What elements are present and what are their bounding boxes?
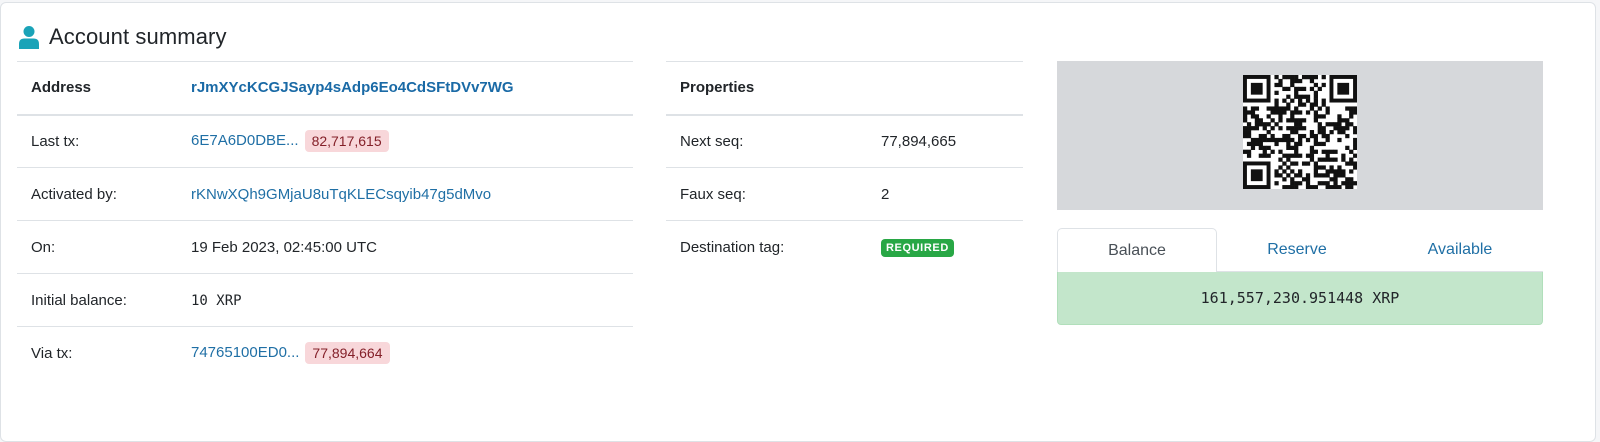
table-row: Activated by: rKNwXQh9GMjaU8uTqKLECsqyib… xyxy=(17,168,633,221)
on-label: On: xyxy=(31,238,56,256)
last-tx-label: Last tx: xyxy=(31,132,80,150)
qr-code-icon xyxy=(1243,75,1357,189)
faux-seq-label: Faux seq: xyxy=(680,185,746,203)
initial-balance-value: 10 XRP xyxy=(191,292,242,309)
page-title: Account summary xyxy=(49,24,227,49)
next-seq-label: Next seq: xyxy=(680,132,744,150)
activated-by-link[interactable]: rKNwXQh9GMjaU8uTqKLECsqyib47g5dMvo xyxy=(191,186,491,203)
address-link[interactable]: rJmXYcKCGJSayp4sAdp6Eo4CdSFtDVv7WG xyxy=(191,79,514,96)
table-row: Initial balance: 10 XRP xyxy=(17,274,633,327)
table-row: Faux seq: 2 xyxy=(666,168,1023,221)
next-seq-value: 77,894,665 xyxy=(881,132,957,150)
activated-by-label: Activated by: xyxy=(31,185,117,203)
via-tx-label: Via tx: xyxy=(31,344,73,362)
required-badge: REQUIRED xyxy=(881,238,954,257)
user-icon xyxy=(19,26,39,49)
tab-reserve[interactable]: Reserve xyxy=(1217,228,1377,272)
destination-tag-label: Destination tag: xyxy=(680,238,785,256)
table-row: Next seq: 77,894,665 xyxy=(666,115,1023,168)
tab-balance[interactable]: Balance xyxy=(1057,228,1217,273)
table-row: Last tx: 6E7A6D0DBE... 82,717,615 xyxy=(17,115,633,168)
account-details-table: Address rJmXYcKCGJSayp4sAdp6Eo4CdSFtDVv7… xyxy=(17,61,633,380)
initial-balance-label: Initial balance: xyxy=(31,291,127,309)
table-row: Properties xyxy=(666,61,1023,115)
qr-panel xyxy=(1057,61,1543,210)
table-row: Via tx: 74765100ED0... 77,894,664 xyxy=(17,327,633,380)
properties-table: Properties Next seq: 77,894,665 Faux seq… xyxy=(666,61,1023,274)
balance-value: 161,557,230.951448 XRP xyxy=(1057,272,1543,325)
last-tx-link[interactable]: 6E7A6D0DBE... xyxy=(191,132,299,149)
ledger-badge[interactable]: 77,894,664 xyxy=(305,342,390,365)
balance-tabs: Balance Reserve Available xyxy=(1057,228,1543,273)
table-row: Address rJmXYcKCGJSayp4sAdp6Eo4CdSFtDVv7… xyxy=(17,61,633,115)
table-row: Destination tag: REQUIRED xyxy=(666,221,1023,274)
properties-header: Properties xyxy=(680,79,755,97)
activation-date: 19 Feb 2023, 02:45:00 UTC xyxy=(191,238,377,256)
card-header: Account summary xyxy=(18,21,227,53)
faux-seq-value: 2 xyxy=(881,185,890,203)
tab-available[interactable]: Available xyxy=(1377,228,1543,272)
table-row: On: 19 Feb 2023, 02:45:00 UTC xyxy=(17,221,633,274)
ledger-badge[interactable]: 82,717,615 xyxy=(304,130,389,153)
via-tx-link[interactable]: 74765100ED0... xyxy=(191,344,299,361)
address-label: Address xyxy=(31,79,92,97)
